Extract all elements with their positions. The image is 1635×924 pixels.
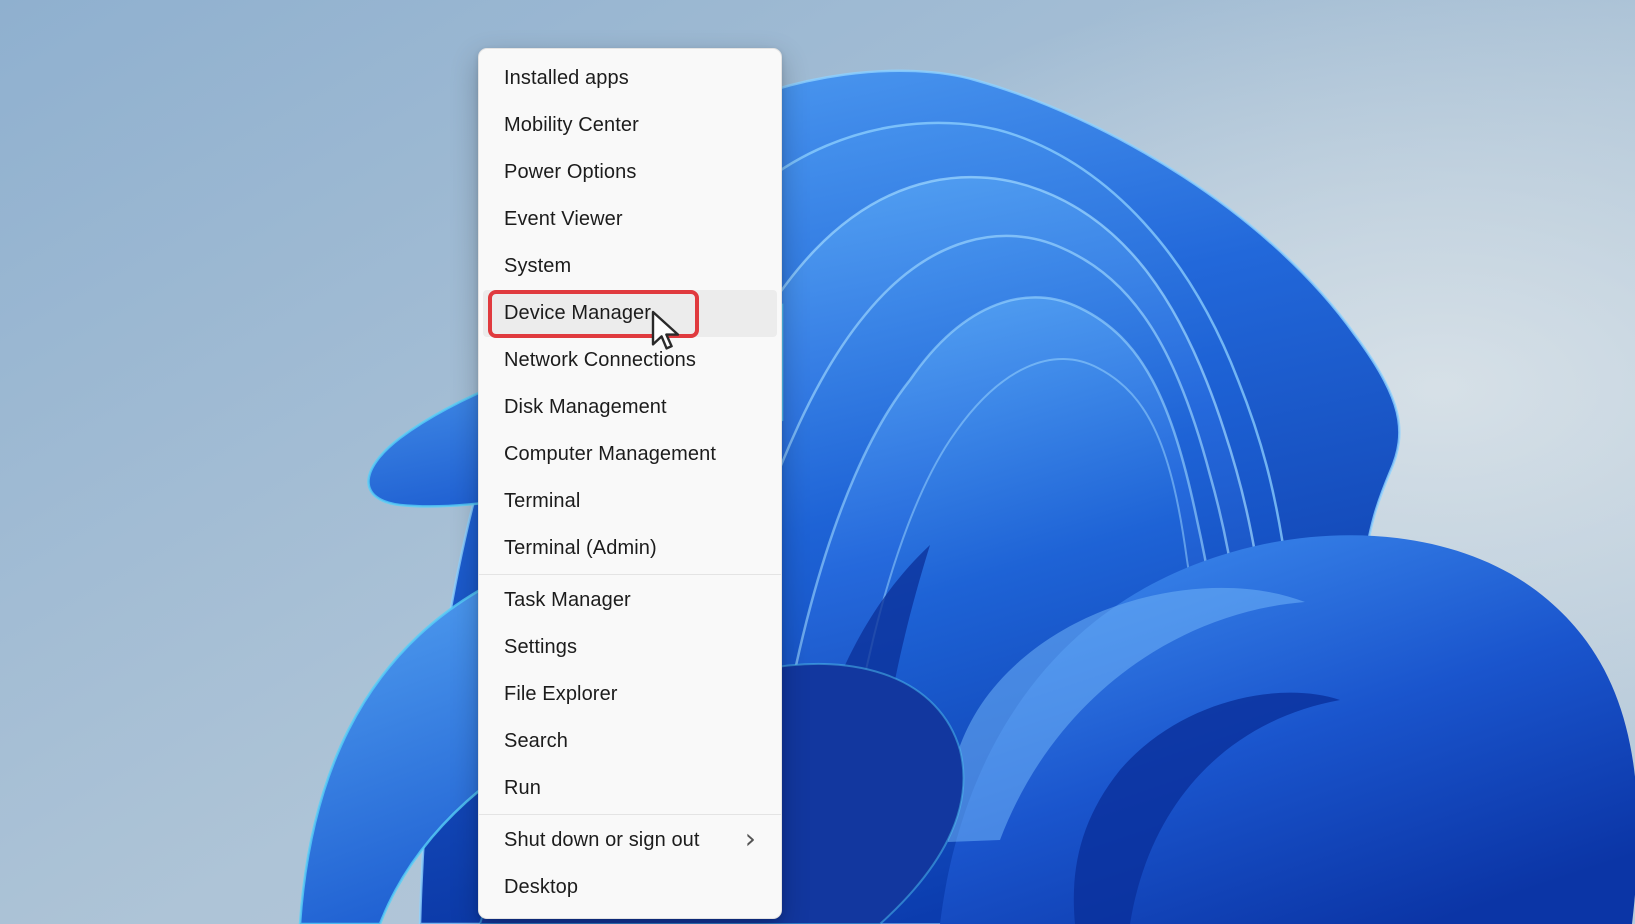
menu-item-file-explorer[interactable]: File Explorer [483, 671, 777, 718]
menu-item-label: System [504, 255, 571, 278]
menu-item-label: Network Connections [504, 349, 696, 372]
menu-item-terminal-admin[interactable]: Terminal (Admin) [483, 525, 777, 572]
menu-item-terminal[interactable]: Terminal [483, 478, 777, 525]
menu-item-label: Terminal [504, 490, 580, 513]
menu-item-label: Power Options [504, 161, 636, 184]
menu-item-power-options[interactable]: Power Options [483, 149, 777, 196]
menu-item-mobility-center[interactable]: Mobility Center [483, 102, 777, 149]
menu-item-disk-management[interactable]: Disk Management [483, 384, 777, 431]
menu-separator [479, 574, 781, 575]
menu-item-shut-down-or-sign-out[interactable]: Shut down or sign out › [483, 817, 777, 864]
wallpaper-windows-bloom [0, 0, 1635, 924]
menu-item-label: Shut down or sign out [504, 829, 700, 852]
menu-item-label: Task Manager [504, 589, 631, 612]
menu-item-run[interactable]: Run [483, 765, 777, 812]
menu-item-label: Settings [504, 636, 577, 659]
menu-item-network-connections[interactable]: Network Connections [483, 337, 777, 384]
menu-item-settings[interactable]: Settings [483, 624, 777, 671]
menu-item-search[interactable]: Search [483, 718, 777, 765]
menu-item-label: Device Manager [504, 302, 651, 325]
menu-item-label: Search [504, 730, 568, 753]
menu-item-label: File Explorer [504, 683, 618, 706]
menu-item-device-manager[interactable]: Device Manager [483, 290, 777, 337]
menu-item-label: Disk Management [504, 396, 667, 419]
menu-item-desktop[interactable]: Desktop [483, 864, 777, 911]
menu-item-installed-apps[interactable]: Installed apps [483, 55, 777, 102]
menu-item-label: Mobility Center [504, 114, 639, 137]
menu-item-label: Run [504, 777, 541, 800]
menu-item-system[interactable]: System [483, 243, 777, 290]
winx-context-menu: Installed apps Mobility Center Power Optio… [478, 48, 782, 919]
winx-menu-list: Installed apps Mobility Center Power Optio… [479, 55, 781, 911]
menu-separator [479, 814, 781, 815]
menu-item-event-viewer[interactable]: Event Viewer [483, 196, 777, 243]
menu-item-label: Terminal (Admin) [504, 537, 657, 560]
submenu-chevron-right-icon: › [745, 825, 756, 853]
menu-item-computer-management[interactable]: Computer Management [483, 431, 777, 478]
menu-item-label: Installed apps [504, 67, 629, 90]
menu-item-label: Computer Management [504, 443, 716, 466]
menu-item-label: Desktop [504, 876, 578, 899]
menu-item-task-manager[interactable]: Task Manager [483, 577, 777, 624]
menu-item-label: Event Viewer [504, 208, 623, 231]
